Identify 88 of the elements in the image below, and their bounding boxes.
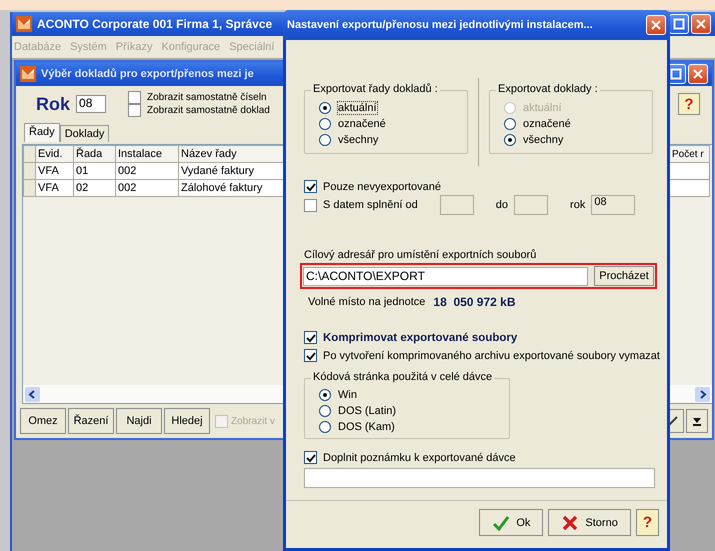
date-to-field[interactable] — [514, 195, 548, 215]
year-field[interactable]: 08 — [591, 195, 636, 215]
radio-button[interactable] — [319, 388, 331, 400]
table-cell: VFA — [36, 162, 74, 180]
checkbox-label: Po vytvoření komprimovaného archivu exportované soubory vymazat — [323, 350, 660, 362]
column-header[interactable]: Řada — [74, 146, 116, 162]
column-header[interactable]: Počet r — [668, 146, 710, 162]
close-icon — [650, 19, 662, 31]
cancel-button[interactable]: Storno — [548, 509, 631, 536]
checkbox[interactable] — [304, 198, 317, 212]
checkbox[interactable] — [304, 349, 317, 362]
window-title: Výběr dokladů pro export/přenos mezi je — [41, 68, 254, 80]
help-button[interactable]: ? — [678, 93, 700, 115]
close-button[interactable] — [691, 14, 711, 34]
radio-label: Win — [338, 388, 357, 400]
radio-button[interactable] — [504, 134, 516, 146]
maximize-icon — [673, 18, 685, 30]
window-title: ACONTO Corporate 001 Firma 1, Správce — [37, 17, 272, 31]
tab[interactable]: Doklady — [60, 125, 110, 142]
date-from-field[interactable] — [440, 195, 474, 215]
radio-button[interactable] — [319, 404, 331, 416]
table-cell: VFA — [36, 180, 74, 196]
checkbox[interactable] — [128, 104, 142, 117]
radio-button[interactable] — [319, 134, 331, 146]
radio-label: DOS (Latin) — [338, 404, 396, 416]
ok-button[interactable]: Ok — [479, 509, 544, 536]
close-button[interactable] — [688, 64, 708, 84]
toolbar-button[interactable]: Řazení — [68, 408, 114, 434]
checkbox-label: S datem splnění od — [323, 199, 418, 211]
radio-button[interactable] — [319, 420, 331, 432]
close-icon — [692, 68, 704, 80]
year-field[interactable]: 08 — [76, 95, 106, 113]
app-logo-icon — [20, 66, 36, 82]
table-cell: 002 — [116, 180, 178, 196]
group-title: Kódová stránka použitá v celé dávce — [311, 371, 494, 383]
checkbox[interactable] — [304, 451, 317, 464]
maximize-icon — [670, 68, 682, 80]
toolbar-button[interactable]: Omez — [20, 408, 66, 434]
radio-button[interactable] — [319, 118, 331, 130]
last-record-icon — [691, 415, 703, 427]
group-title: Exportovat doklady : — [496, 83, 600, 95]
radio-label: aktuální — [338, 102, 377, 114]
radio-label: aktuální — [523, 102, 562, 114]
tab[interactable]: Řady — [24, 123, 60, 142]
browse-button[interactable]: Procházet — [594, 266, 654, 286]
column-header[interactable]: Instalace — [116, 146, 178, 162]
toolbar-button[interactable]: Najdi — [116, 408, 162, 434]
radio-label: označené — [338, 118, 386, 130]
checkbox-label: Zobrazit v — [231, 416, 275, 426]
radio-button[interactable] — [319, 102, 331, 114]
dialog-title: Nastavení exportu/přenosu mezi jednotlivými instalacem... — [287, 19, 593, 31]
table-cell: 01 — [74, 162, 116, 180]
radio-button[interactable] — [504, 118, 516, 130]
column-header[interactable]: Evid. — [36, 146, 74, 162]
checkbox-label: Zobrazit samostatně doklad — [147, 105, 270, 116]
to-label: do — [496, 199, 508, 211]
checkbox-label: Zobrazit samostatně číseln — [147, 92, 267, 103]
checkbox[interactable] — [304, 331, 317, 344]
radio-label: označené — [523, 118, 571, 130]
toolbar-button[interactable] — [686, 409, 708, 433]
checkbox-label: Komprimovat exportované soubory — [323, 332, 518, 344]
table-cell: 002 — [116, 162, 178, 180]
maximize-button[interactable] — [669, 14, 689, 34]
radio-label: všechny — [523, 134, 564, 146]
path-field[interactable]: C:\ACONTO\EXPORT — [303, 266, 588, 286]
radio-label: všechny — [338, 134, 378, 146]
year-label: Rok — [36, 94, 70, 114]
group-title: Exportovat řady dokladů : — [311, 83, 440, 95]
help-button[interactable]: ? — [636, 509, 659, 536]
checkbox[interactable] — [304, 180, 317, 193]
checkbox-label: Pouze nevyexportované — [323, 180, 442, 192]
close-icon — [695, 18, 707, 30]
free-space-value: 18 050 972 kB — [433, 295, 516, 309]
year-label: rok — [570, 199, 586, 211]
free-space-label: Volné místo na jednotce — [308, 296, 426, 308]
scroll-left-icon[interactable] — [25, 386, 40, 402]
checkbox-label: Doplnit poznámku k exportované dávce — [323, 452, 516, 464]
table-cell: 02 — [74, 180, 116, 196]
checkbox[interactable] — [128, 91, 142, 104]
scroll-right-icon[interactable] — [695, 386, 710, 402]
cross-icon — [561, 514, 580, 530]
radio-label: DOS (Kam) — [338, 420, 395, 432]
close-button[interactable] — [646, 15, 666, 35]
note-field[interactable] — [304, 468, 655, 488]
folder-label: Cílový adresář pro umístění exportních souborů — [304, 249, 538, 261]
app-logo-icon — [16, 16, 32, 32]
checkmark-icon — [492, 514, 510, 530]
toolbar-button[interactable]: Hledej — [164, 408, 210, 434]
